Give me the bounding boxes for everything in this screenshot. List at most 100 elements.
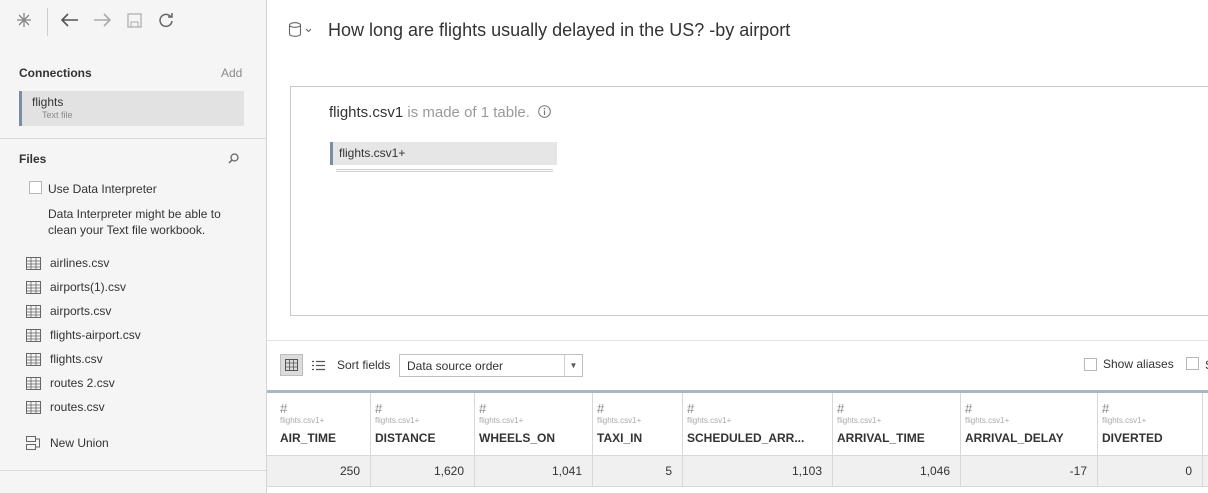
file-item[interactable]: flights.csv — [26, 347, 141, 371]
connections-title: Connections — [19, 66, 92, 80]
number-type-icon[interactable]: # — [597, 402, 682, 415]
table-cell[interactable]: 1,103 — [683, 456, 833, 486]
tableau-logo-icon[interactable] — [14, 10, 34, 30]
use-data-interpreter-checkbox[interactable] — [29, 181, 42, 194]
file-name: airlines.csv — [50, 256, 110, 270]
file-item[interactable]: airports(1).csv — [26, 275, 141, 299]
file-item[interactable]: airlines.csv — [26, 251, 141, 275]
table-icon — [26, 376, 41, 390]
canvas-table-pill[interactable]: flights.csv1+ — [330, 142, 557, 165]
data-interpreter-help: Data Interpreter might be able to clean … — [48, 207, 221, 237]
column-header[interactable]: # flights.csv1+ SCHEDULED_ARR... — [683, 393, 833, 455]
table-row: 250 1,620 1,041 5 1,103 1,046 -17 0 — [267, 455, 1208, 487]
show-aliases-checkbox[interactable] — [1084, 357, 1097, 371]
column-header[interactable]: # flights.csv1+ DISTANCE — [371, 393, 475, 455]
column-name: WHEELS_ON — [479, 431, 556, 445]
info-icon[interactable] — [538, 105, 551, 118]
table-icon — [26, 304, 41, 318]
number-type-icon[interactable]: # — [375, 402, 474, 415]
column-header[interactable]: # flights.csv1+ TAXI_IN — [593, 393, 683, 455]
back-arrow-icon[interactable] — [60, 10, 80, 30]
column-name: DISTANCE — [375, 431, 436, 445]
top-toolbar — [0, 0, 267, 40]
file-name: flights-airport.csv — [50, 328, 141, 342]
column-source: flights.csv1+ — [375, 416, 420, 425]
grid-icon — [285, 359, 298, 371]
canvas-summary: flights.csv1 is made of 1 table. — [329, 104, 551, 121]
table-cell[interactable]: 1,041 — [475, 456, 593, 486]
column-header[interactable]: # flights.csv1+ ARRIVAL_TIME — [833, 393, 961, 455]
grid-toolbar: Sort fields Data source order ▼ Show ali… — [267, 340, 1208, 390]
canvas-table-name: flights.csv1 — [329, 104, 404, 121]
add-connection-link[interactable]: Add — [221, 66, 242, 80]
table-cell[interactable]: 250 — [276, 456, 371, 486]
new-union-item[interactable]: New Union — [26, 436, 109, 450]
datasource-icon[interactable] — [288, 21, 314, 39]
new-union-label: New Union — [50, 436, 109, 450]
grid-view-button[interactable] — [280, 354, 303, 376]
number-type-icon[interactable]: # — [687, 402, 832, 415]
table-icon — [26, 328, 41, 342]
column-source: flights.csv1+ — [1102, 416, 1147, 425]
column-source: flights.csv1+ — [280, 416, 325, 425]
file-item[interactable]: routes 2.csv — [26, 371, 141, 395]
column-source: flights.csv1+ — [479, 416, 524, 425]
table-cell[interactable]: 1,046 — [833, 456, 961, 486]
file-item[interactable]: flights-airport.csv — [26, 323, 141, 347]
connection-type: Text file — [42, 110, 73, 120]
table-cell[interactable]: 5 — [593, 456, 683, 486]
list-view-button[interactable] — [307, 354, 330, 376]
column-header[interactable]: # flights.csv1+ AIR_TIME — [276, 393, 371, 455]
sidebar-bottom-divider — [0, 470, 267, 471]
connection-item[interactable]: flights Text file — [19, 91, 244, 126]
connection-name: flights — [32, 95, 64, 109]
number-type-icon[interactable]: # — [280, 402, 370, 415]
column-name: AIR_TIME — [280, 431, 337, 445]
sort-fields-value: Data source order — [407, 359, 504, 373]
sort-fields-select[interactable]: Data source order ▼ — [399, 354, 583, 377]
join-canvas: flights.csv1 is made of 1 table. flights… — [290, 86, 1208, 316]
show-aliases-label: Show aliases — [1103, 357, 1174, 371]
column-name: DIVERTED — [1102, 431, 1163, 445]
show-hidden-fields-checkbox[interactable] — [1186, 357, 1199, 370]
search-icon[interactable] — [228, 153, 239, 164]
column-header[interactable]: # flights.csv1+ WHEELS_ON — [475, 393, 593, 455]
file-item[interactable]: routes.csv — [26, 395, 141, 419]
show-aliases-toggle[interactable]: Show aliases — [1084, 357, 1174, 371]
number-type-icon[interactable]: # — [479, 402, 592, 415]
file-name: airports(1).csv — [50, 280, 127, 294]
union-icon — [26, 436, 40, 450]
number-type-icon[interactable]: # — [965, 402, 1097, 415]
datasource-title[interactable]: How long are flights usually delayed in … — [328, 20, 790, 41]
column-headers: # flights.csv1+ AIR_TIME # flights.csv1+ DIS… — [276, 393, 1203, 455]
table-cell[interactable]: 1,620 — [371, 456, 475, 486]
table-cell[interactable]: 0 — [1098, 456, 1203, 486]
file-name: routes.csv — [50, 400, 105, 414]
column-source: flights.csv1+ — [687, 416, 732, 425]
column-source: flights.csv1+ — [965, 416, 1010, 425]
table-pill-shadow — [336, 169, 553, 172]
files-title: Files — [19, 152, 47, 166]
file-name: flights.csv — [50, 352, 103, 366]
number-type-icon[interactable]: # — [1102, 402, 1202, 415]
refresh-icon[interactable] — [156, 10, 176, 30]
save-icon[interactable] — [124, 10, 144, 30]
forward-arrow-icon[interactable] — [92, 10, 112, 30]
table-icon — [26, 280, 41, 294]
column-name: SCHEDULED_ARR... — [687, 431, 805, 445]
column-header[interactable]: # flights.csv1+ ARRIVAL_DELAY — [961, 393, 1098, 455]
column-source: flights.csv1+ — [837, 416, 882, 425]
table-icon — [26, 400, 41, 414]
table-cell[interactable]: -17 — [961, 456, 1098, 486]
file-name: airports.csv — [50, 304, 112, 318]
file-item[interactable]: airports.csv — [26, 299, 141, 323]
column-header[interactable]: # flights.csv1+ DIVERTED — [1098, 393, 1203, 455]
list-icon — [312, 360, 325, 370]
number-type-icon[interactable]: # — [837, 402, 960, 415]
chevron-down-icon: ▼ — [564, 355, 582, 376]
file-list: airlines.csv airports(1).csv airports.cs… — [26, 251, 141, 419]
data-grid: # flights.csv1+ AIR_TIME # flights.csv1+ DIS… — [267, 390, 1208, 493]
use-data-interpreter-label: Use Data Interpreter — [48, 182, 157, 196]
toolbar-separator — [47, 8, 48, 36]
column-name: TAXI_IN — [597, 431, 643, 445]
